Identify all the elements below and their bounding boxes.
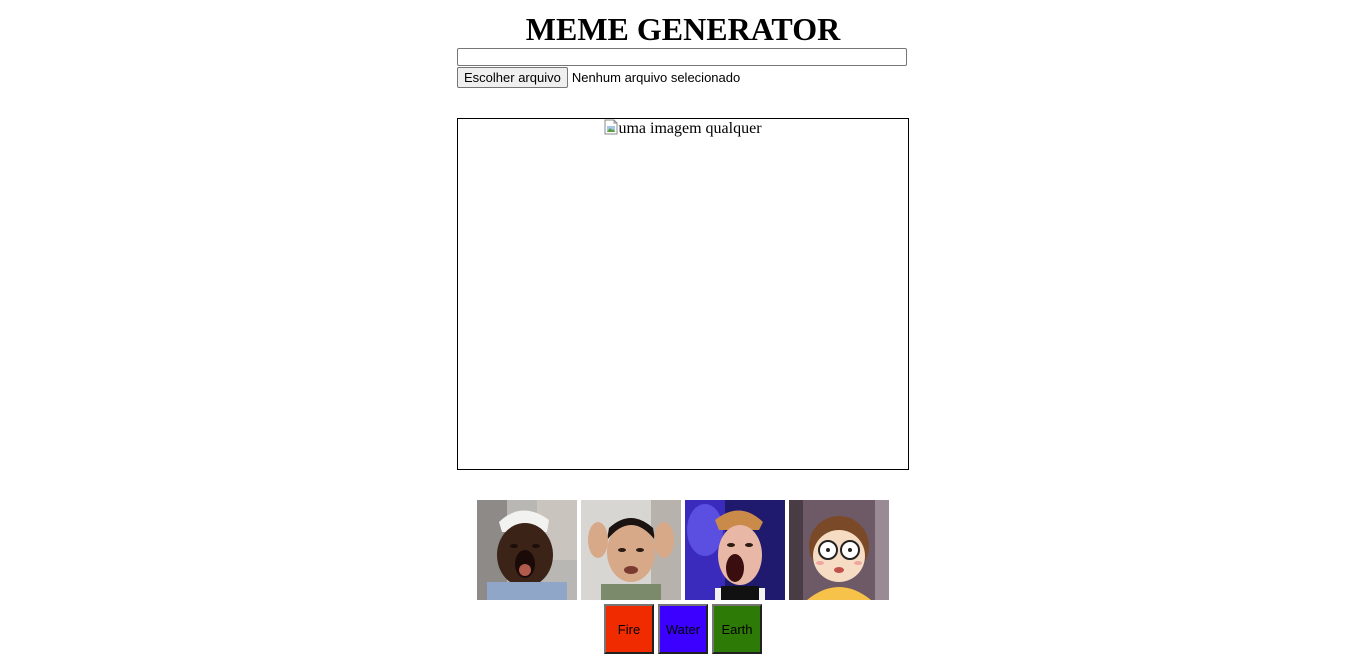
confused-man-icon <box>581 500 681 600</box>
meme-image-container: uma imagem qualquer <box>457 118 909 470</box>
surprised-man-icon <box>477 500 577 600</box>
shocked-man-icon <box>685 500 785 600</box>
preset-meme-2[interactable] <box>581 500 681 600</box>
border-buttons: Fire Water Earth <box>604 604 762 654</box>
meme-image-alt-text: uma imagem qualquer <box>618 120 762 137</box>
broken-image-icon <box>604 119 618 135</box>
file-input: Escolher arquivo Nenhum arquivo selecion… <box>457 67 740 88</box>
cartoon-boy-icon <box>789 500 889 600</box>
file-status-text: Nenhum arquivo selecionado <box>571 70 741 85</box>
earth-button[interactable]: Earth <box>712 604 762 654</box>
page: MEME GENERATOR Escolher arquivo Nenhum a… <box>0 0 1366 664</box>
preset-meme-4[interactable] <box>789 500 889 600</box>
preset-memes <box>477 500 889 600</box>
page-title: MEME GENERATOR <box>525 11 841 47</box>
meme-text-input[interactable] <box>457 48 907 66</box>
meme-image: uma imagem qualquer <box>604 119 762 138</box>
preset-meme-1[interactable] <box>477 500 577 600</box>
preset-meme-3[interactable] <box>685 500 785 600</box>
water-button[interactable]: Water <box>658 604 708 654</box>
choose-file-button[interactable]: Escolher arquivo <box>457 67 568 88</box>
fire-button[interactable]: Fire <box>604 604 654 654</box>
